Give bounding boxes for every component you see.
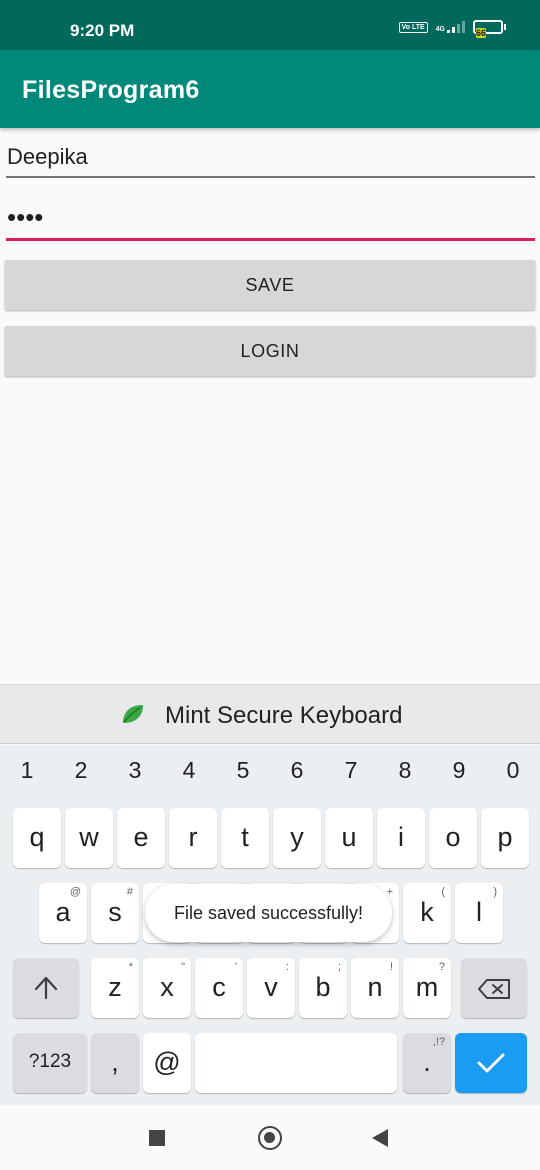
key-m[interactable]: ? m — [403, 958, 451, 1018]
key-0[interactable]: 0 — [493, 757, 533, 784]
key-9[interactable]: 9 — [439, 757, 479, 784]
password-value: •••• — [7, 202, 44, 232]
key-s[interactable]: # s — [91, 883, 139, 943]
key-e[interactable]: e — [117, 808, 165, 868]
status-time: 9:20 PM — [70, 21, 135, 40]
shift-icon — [33, 976, 59, 1005]
backspace-icon — [477, 978, 511, 1005]
space-key[interactable] — [195, 1033, 397, 1093]
app-title: FilesProgram6 — [22, 76, 200, 104]
key-t[interactable]: t — [221, 808, 269, 868]
username-underline — [6, 176, 535, 178]
at-key[interactable]: @ — [143, 1033, 191, 1093]
username-field[interactable]: Deepika — [6, 144, 535, 180]
key-c[interactable]: ' c — [195, 958, 243, 1018]
volte-icon: Vo LTE — [398, 21, 428, 33]
key-r[interactable]: r — [169, 808, 217, 868]
key-4[interactable]: 4 — [169, 757, 209, 784]
key-i[interactable]: i — [377, 808, 425, 868]
home-icon[interactable] — [258, 1126, 282, 1150]
period-key[interactable]: ,!?. — [403, 1033, 451, 1093]
key-k[interactable]: (k — [403, 883, 451, 943]
key-l[interactable]: ) l — [455, 883, 503, 943]
key-p[interactable]: p — [481, 808, 529, 868]
recents-icon[interactable] — [149, 1130, 165, 1146]
key-2[interactable]: 2 — [61, 757, 101, 784]
key-u[interactable]: u — [325, 808, 373, 868]
keyboard-header: Mint Secure Keyboard — [0, 684, 540, 744]
status-bar: 9:20 PM Vo LTE 4G 66 — [0, 0, 540, 50]
key-y[interactable]: y — [273, 808, 321, 868]
key-x[interactable]: " x — [143, 958, 191, 1018]
battery-icon: 66 — [473, 20, 506, 38]
key-a[interactable]: @ a — [39, 883, 87, 943]
password-field[interactable]: •••• — [6, 204, 535, 244]
key-v[interactable]: :v — [247, 958, 295, 1018]
key-q[interactable]: q — [13, 808, 61, 868]
backspace-key[interactable] — [461, 958, 527, 1018]
key-3[interactable]: 3 — [115, 757, 155, 784]
status-icons: Vo LTE 4G 66 — [398, 20, 506, 38]
shift-key[interactable] — [13, 958, 79, 1018]
network-label: 4G — [435, 26, 445, 33]
key-1[interactable]: 1 — [7, 757, 47, 784]
leaf-icon — [121, 703, 145, 730]
login-button[interactable]: LOGIN — [5, 326, 535, 376]
key-7[interactable]: 7 — [331, 757, 371, 784]
username-value: Deepika — [7, 144, 88, 169]
symbols-key[interactable]: ?123 — [13, 1033, 87, 1093]
back-icon[interactable] — [372, 1129, 388, 1147]
app-bar: FilesProgram6 — [0, 50, 540, 128]
battery-level: 66 — [476, 28, 487, 38]
enter-key[interactable] — [455, 1033, 527, 1093]
network-type: 4G — [436, 21, 465, 33]
navigation-bar — [0, 1105, 540, 1170]
key-z[interactable]: * z — [91, 958, 139, 1018]
password-underline — [6, 238, 535, 241]
save-button[interactable]: SAVE — [5, 260, 535, 310]
key-o[interactable]: o — [429, 808, 477, 868]
key-b[interactable]: ; b — [299, 958, 347, 1018]
toast-message: File saved successfully! — [173, 903, 364, 923]
key-n[interactable]: ! n — [351, 958, 399, 1018]
key-5[interactable]: 5 — [223, 757, 263, 784]
signal-icon — [447, 21, 465, 33]
toast: File saved successfully! — [145, 884, 392, 942]
key-8[interactable]: 8 — [385, 757, 425, 784]
comma-key[interactable]: , — [91, 1033, 139, 1093]
number-row: 1 2 3 4 5 6 7 8 9 0 — [0, 745, 540, 803]
key-6[interactable]: 6 — [277, 757, 317, 784]
key-w[interactable]: w — [65, 808, 113, 868]
keyboard-title: Mint Secure Keyboard — [165, 702, 403, 729]
checkmark-icon — [476, 1051, 506, 1080]
